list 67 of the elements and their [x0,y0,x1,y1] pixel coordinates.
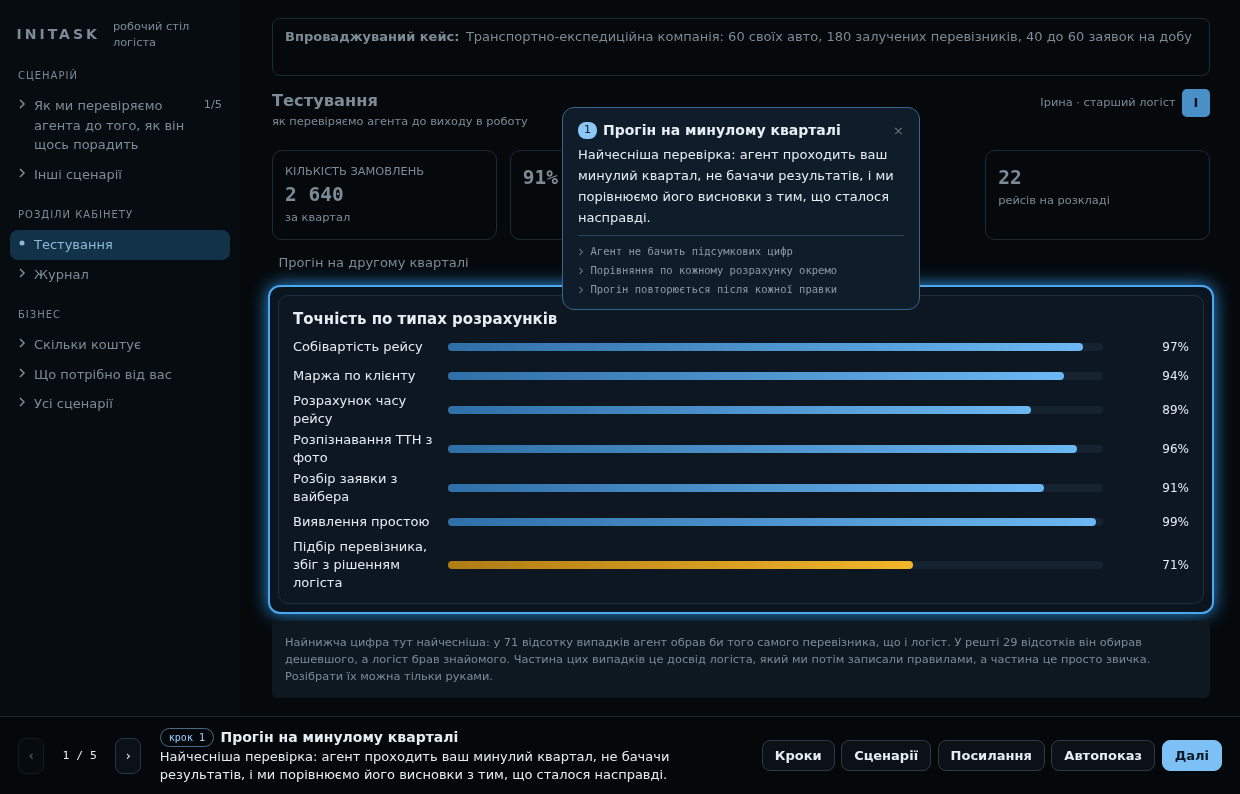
row-value: 97% [1161,339,1189,357]
tour-button[interactable]: Далі [1161,739,1222,772]
tour-button[interactable]: Посилання [937,739,1045,772]
row-label: Виявлення простою [293,513,431,532]
chevron-icon [18,367,26,378]
step-title: Прогін на минулому кварталі [220,728,459,747]
sidebar-item[interactable]: Тестування [10,230,230,260]
stat-note: за квартал [285,209,352,227]
bullet-point: Агент не бачить підсумкових цифр [590,244,793,260]
avatar[interactable]: І [1182,89,1210,117]
row-value: 91% [1161,480,1189,498]
row-value: 94% [1161,368,1189,386]
bullet-point: Порівняння по кожному розрахунку окремо [590,263,838,279]
chevron-icon [578,285,584,294]
step-badge: 1 [578,122,597,139]
row-label: Розбір заявки з вайбера [293,470,399,507]
row-value: 96% [1161,441,1189,459]
user-name: Ірина · старший логіст [1040,94,1176,112]
note-text: Найнижча цифра тут найчесніша: у 71 відсотку випадків агент обрав би того самого перевізника, що і логіст. У решті 29 відсотків він обирав дешевшого, а логіст брав знайомого. Частина цих випадків це досвід логіста, який ми потім записали правилами, а частина це просто звичка. Розібрати їх можна тільки руками. [285,633,1152,685]
popover-title: Прогін на минулому кварталі [603,121,842,140]
chevron-icon [18,338,26,349]
sidebar-item[interactable]: Що потрібно від вас [10,359,230,389]
row-value: 99% [1161,514,1189,532]
row-value: 89% [1161,402,1189,420]
close-button[interactable]: × [893,124,904,137]
step-text: Найчесніша перевірка: агент проходить ваш минулий квартал, не бачачи результатів, і ми порівнюємо його висновки з тим, що сталося насправді. [159,748,671,784]
chart-title: Точність по типах розрахунків [293,309,559,331]
chevron-icon [18,167,26,178]
next-button[interactable]: › [115,737,142,774]
step-counter: 1 / 5 [62,746,97,764]
tour-button[interactable]: Автопоказ [1051,739,1156,772]
row-label: Розрахунок часу рейсу [293,392,408,429]
row-value: 71% [1161,557,1189,575]
stat-value: 22 [998,165,1022,189]
stat-value: 2 640 [285,183,344,206]
chevron-icon [18,99,26,110]
stat-value: 91% [522,165,558,189]
stat-note: рейсів на розкладі [998,192,1111,210]
sidebar-item[interactable]: Як ми перевіряємо агента до того, як він щось порадить 1/5 [10,91,230,160]
row-label: Розпізнавання ТТН з фото [293,431,434,468]
section-title: СЦЕНАРІЙ [18,68,79,83]
banner-text: Транспортно-експедиційна компанія: 60 своїх авто, 180 залучених перевізників, 40 до 60 заявок на добу [465,28,1192,46]
chevron-icon [18,397,26,408]
page-title: Тестування [272,90,379,112]
app-subtitle: робочий стіл логіста [112,18,191,50]
stat-label: КІЛЬКІСТЬ ЗАМОВЛЕНЬ [285,162,426,180]
section-title: БІЗНЕС [18,308,63,322]
bullet-point: Прогін повторюється після кожної правки [590,282,838,298]
prev-button[interactable]: ‹ [18,737,45,774]
sidebar-item[interactable]: Журнал [10,259,230,289]
next-run-title: Прогін на другому кварталі [278,253,469,272]
chevron-icon [18,267,26,278]
row-label: Собівартість рейсу [293,338,424,357]
tour-button[interactable]: Кроки [761,739,835,772]
row-label: Підбір перевізника, збіг з рішенням логіста [293,538,429,593]
sidebar-item[interactable]: Інші сценарії [10,159,230,189]
row-label: Маржа по клієнту [293,367,417,386]
chevron-icon [578,266,584,275]
banner-label: Впроваджуваний кейс: [285,28,460,46]
chevron-icon [578,247,584,256]
page-subtitle: як перевіряємо агента до виходу в роботу [272,113,528,131]
sidebar-item[interactable]: Усі сценарії [10,389,230,419]
section-title: РОЗДІЛИ КАБІНЕТУ [18,208,135,222]
tour-button[interactable]: Сценарії [841,739,932,772]
sidebar-item[interactable]: Скільки коштує [10,330,230,360]
popover-text: Найчесніша перевірка: агент проходить ваш минулий квартал, не бачачи результатів, і ми порівнюємо його висновки з тим, що сталося насправді. [578,144,904,236]
logo: INITASK [16,24,100,44]
